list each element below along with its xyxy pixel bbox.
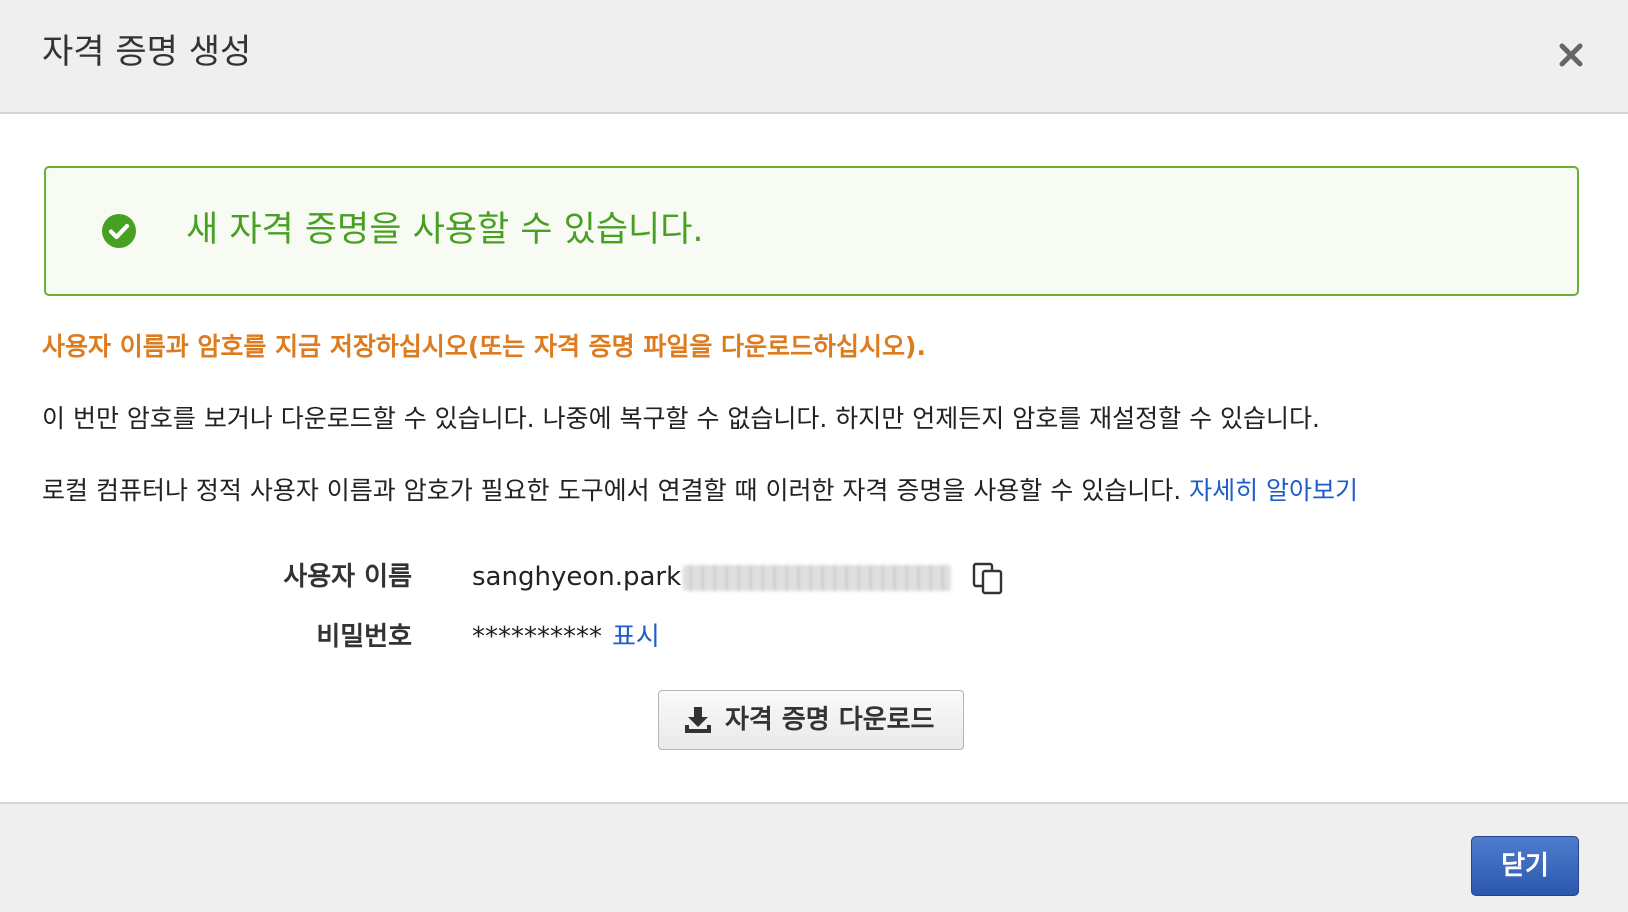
- username-value: sanghyeon.park: [472, 562, 682, 592]
- password-row: 비밀번호 ********** 표시: [0, 616, 1628, 658]
- save-warning: 사용자 이름과 암호를 지금 저장하십시오(또는 자격 증명 파일을 다운로드하…: [42, 332, 926, 361]
- learn-more-link[interactable]: 자세히 알아보기: [1189, 476, 1358, 505]
- info-text-usage: 로컬 컴퓨터나 정적 사용자 이름과 암호가 필요한 도구에서 연결할 때 이러…: [42, 472, 1358, 510]
- password-mask: **********: [472, 622, 602, 652]
- copy-icon[interactable]: [971, 561, 1005, 595]
- download-icon: [683, 705, 713, 735]
- username-label: 사용자 이름: [283, 562, 412, 592]
- info-text-once: 이 번만 암호를 보거나 다운로드할 수 있습니다. 나중에 복구할 수 없습니…: [42, 404, 1320, 433]
- modal-title: 자격 증명 생성: [42, 32, 252, 72]
- show-password-link[interactable]: 표시: [612, 622, 660, 652]
- close-icon[interactable]: [1556, 40, 1586, 70]
- password-value-group: ********** 표시: [472, 616, 660, 658]
- username-redacted: [683, 564, 952, 591]
- close-button[interactable]: 닫기: [1471, 836, 1579, 896]
- modal-body: 새 자격 증명을 사용할 수 있습니다. 사용자 이름과 암호를 지금 저장하십…: [0, 114, 1628, 802]
- create-credentials-modal: 자격 증명 생성 새 자격 증명을 사용할 수 있습니다. 사용자 이름과 암호…: [0, 0, 1628, 912]
- success-message: 새 자격 증명을 사용할 수 있습니다.: [186, 210, 704, 250]
- username-value-group: sanghyeon.park: [472, 556, 1005, 598]
- download-credentials-button[interactable]: 자격 증명 다운로드: [658, 690, 964, 750]
- download-button-label: 자격 증명 다운로드: [725, 705, 935, 735]
- modal-footer: 닫기: [0, 802, 1628, 912]
- info-text-usage-body: 로컬 컴퓨터나 정적 사용자 이름과 암호가 필요한 도구에서 연결할 때 이러…: [42, 476, 1182, 505]
- check-circle-icon: [102, 214, 136, 248]
- username-row: 사용자 이름 sanghyeon.park: [0, 556, 1628, 598]
- password-label: 비밀번호: [316, 622, 412, 652]
- modal-header: 자격 증명 생성: [0, 0, 1628, 114]
- success-alert: 새 자격 증명을 사용할 수 있습니다.: [44, 166, 1579, 296]
